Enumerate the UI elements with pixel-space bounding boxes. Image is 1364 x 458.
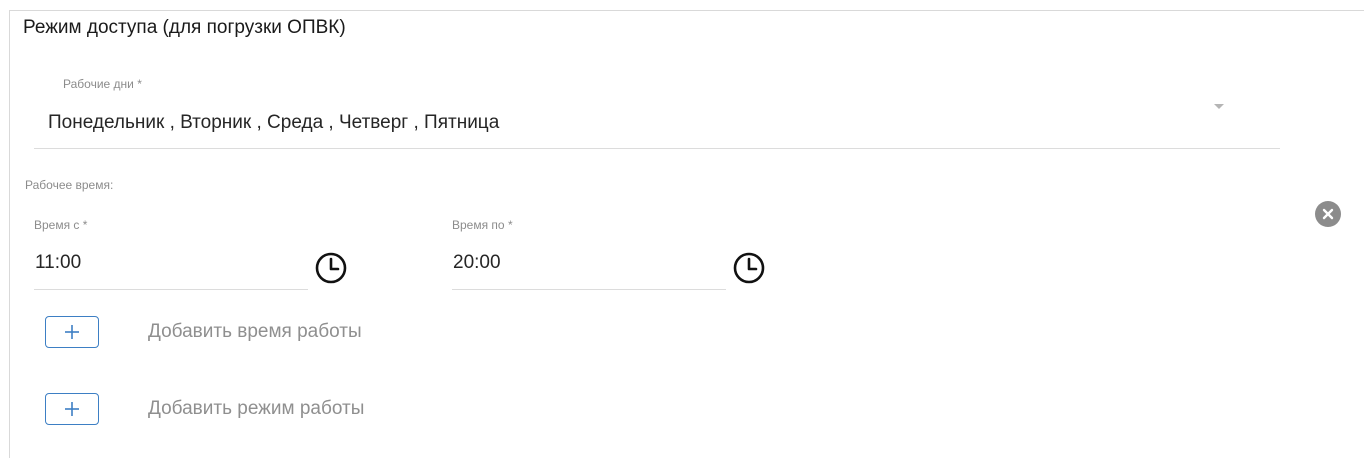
add-time-button[interactable]: Добавить время работы bbox=[45, 316, 362, 348]
page: Режим доступа (для погрузки ОПВК) Рабочи… bbox=[0, 0, 1364, 458]
add-mode-label[interactable]: Добавить режим работы bbox=[148, 398, 364, 420]
section-title: Режим доступа (для погрузки ОПВК) bbox=[23, 17, 346, 38]
time-from-label: Время с * bbox=[34, 218, 88, 232]
worktime-label: Рабочее время: bbox=[25, 178, 114, 192]
close-circle-icon[interactable] bbox=[1315, 201, 1341, 227]
time-to-input[interactable]: 20:00 bbox=[453, 252, 501, 274]
clock-icon[interactable] bbox=[313, 250, 349, 286]
access-mode-panel bbox=[9, 10, 1364, 458]
add-mode-button[interactable]: Добавить режим работы bbox=[45, 393, 364, 425]
add-time-label[interactable]: Добавить время работы bbox=[148, 321, 362, 343]
workdays-select-underline bbox=[34, 148, 1280, 149]
add-time-box[interactable] bbox=[45, 316, 99, 348]
plus-icon bbox=[65, 402, 79, 416]
clock-icon[interactable] bbox=[731, 250, 767, 286]
add-mode-box[interactable] bbox=[45, 393, 99, 425]
workdays-label: Рабочие дни * bbox=[63, 77, 142, 91]
time-from-input[interactable]: 11:00 bbox=[35, 252, 81, 274]
workdays-select-value[interactable]: Понедельник , Вторник , Среда , Четверг … bbox=[48, 112, 499, 134]
time-to-label: Время по * bbox=[452, 218, 513, 232]
time-to-underline bbox=[452, 289, 726, 290]
caret-down-icon[interactable] bbox=[1214, 104, 1224, 109]
time-from-underline bbox=[34, 289, 308, 290]
plus-icon bbox=[65, 325, 79, 339]
